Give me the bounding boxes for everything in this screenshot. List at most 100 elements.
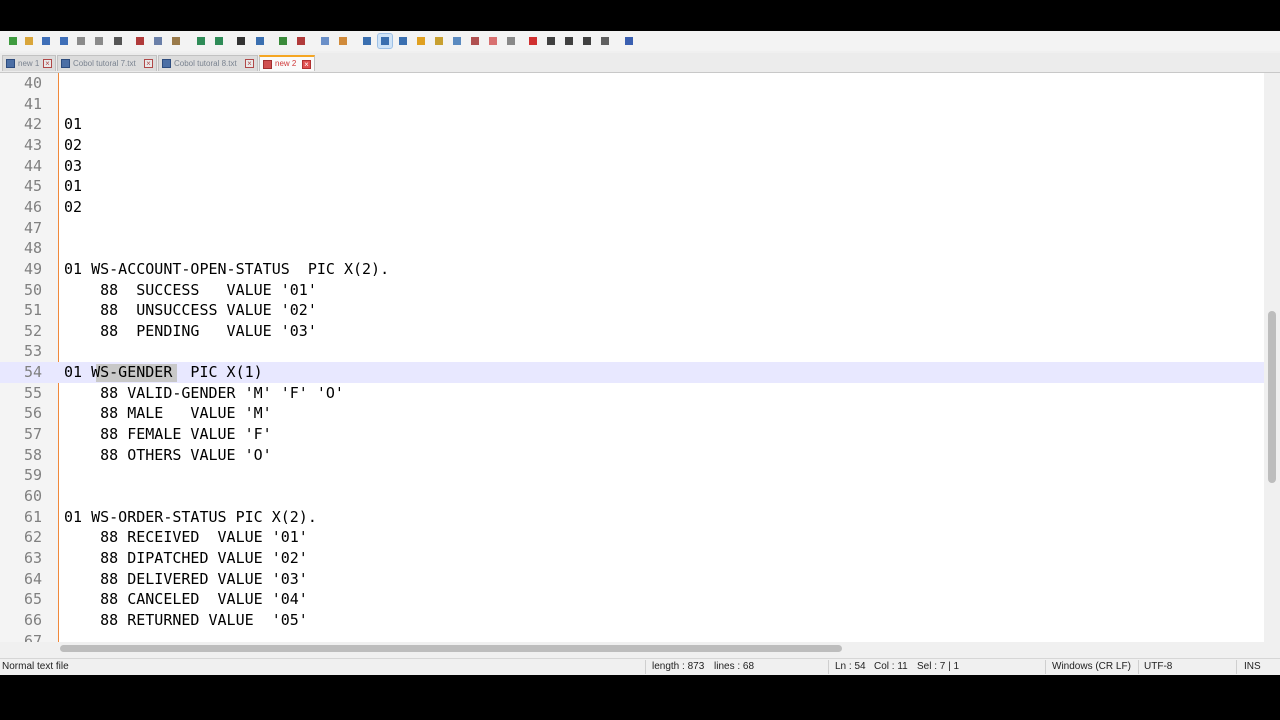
cut-glyph (136, 37, 144, 45)
play-macro-icon[interactable] (562, 34, 576, 48)
horizontal-scrollbar[interactable] (0, 642, 1280, 656)
editor-area[interactable]: 40 41 42 01 43 02 44 03 45 01 46 02 47 48 49 01 WS-ACCO… (0, 73, 1280, 642)
tab-close-icon[interactable]: × (302, 60, 311, 69)
horizontal-scroll-thumb[interactable] (60, 645, 842, 652)
code-line[interactable]: 65 88 CANCELED VALUE '04' (0, 589, 1264, 610)
code-line[interactable]: 62 88 RECEIVED VALUE '01' (0, 527, 1264, 548)
status-lines: lines : 68 (714, 661, 755, 672)
line-text[interactable]: 88 SUCCESS VALUE '01' (64, 280, 317, 301)
save-all-icon[interactable] (57, 34, 71, 48)
vertical-scrollbar[interactable] (1264, 73, 1280, 642)
code-line[interactable]: 42 01 (0, 114, 1264, 135)
indent-guide-icon[interactable] (396, 34, 410, 48)
line-text[interactable]: 01 WS-GENDER PIC X(1) (64, 362, 263, 383)
tab-new-2[interactable]: new 2 × (259, 55, 315, 71)
line-text[interactable]: 88 CANCELED VALUE '04' (64, 589, 308, 610)
code-line[interactable]: 51 88 UNSUCCESS VALUE '02' (0, 300, 1264, 321)
tab-close-icon[interactable]: × (43, 59, 52, 68)
spell-check-icon[interactable] (622, 34, 636, 48)
code-line[interactable]: 67 (0, 631, 1264, 642)
save-icon[interactable] (39, 34, 53, 48)
cut-icon[interactable] (133, 34, 147, 48)
line-text[interactable]: 03 (64, 156, 82, 177)
code-line[interactable]: 58 88 OTHERS VALUE 'O' (0, 445, 1264, 466)
line-text[interactable]: 88 MALE VALUE 'M' (64, 403, 272, 424)
code-line[interactable]: 44 03 (0, 156, 1264, 177)
line-text[interactable]: 01 (64, 114, 82, 135)
redo-icon[interactable] (212, 34, 226, 48)
line-text[interactable]: 02 (64, 197, 82, 218)
line-text[interactable]: 88 OTHERS VALUE 'O' (64, 445, 272, 466)
new-file-icon[interactable] (6, 34, 20, 48)
user-language-icon[interactable] (414, 34, 428, 48)
code-line[interactable]: 41 (0, 94, 1264, 115)
line-text[interactable]: 88 VALID-GENDER 'M' 'F' 'O' (64, 383, 344, 404)
vertical-scroll-thumb[interactable] (1268, 311, 1276, 483)
close-all-icon[interactable] (92, 34, 106, 48)
print-icon[interactable] (111, 34, 125, 48)
line-text[interactable]: 88 PENDING VALUE '03' (64, 321, 317, 342)
document-monitor-icon[interactable] (486, 34, 500, 48)
code-line[interactable]: 46 02 (0, 197, 1264, 218)
code-line[interactable]: 64 88 DELIVERED VALUE '03' (0, 569, 1264, 590)
code-line[interactable]: 47 (0, 218, 1264, 239)
word-wrap-icon[interactable] (360, 34, 374, 48)
find-icon[interactable] (234, 34, 248, 48)
undo-icon[interactable] (194, 34, 208, 48)
tab-new-1[interactable]: new 1 × (2, 55, 56, 71)
line-text[interactable]: 88 DIPATCHED VALUE '02' (64, 548, 308, 569)
code-line[interactable]: 57 88 FEMALE VALUE 'F' (0, 424, 1264, 445)
run-macro-multiple-icon[interactable] (580, 34, 594, 48)
code-line[interactable]: 53 (0, 341, 1264, 362)
code-line[interactable]: 52 88 PENDING VALUE '03' (0, 321, 1264, 342)
copy-icon[interactable] (151, 34, 165, 48)
code-line[interactable]: 61 01 WS-ORDER-STATUS PIC X(2). (0, 507, 1264, 528)
line-text[interactable]: 88 RETURNED VALUE '05' (64, 610, 308, 631)
line-text[interactable]: 01 WS-ORDER-STATUS PIC X(2). (64, 507, 317, 528)
save-macro-icon[interactable] (598, 34, 612, 48)
show-all-characters-icon[interactable] (377, 33, 393, 49)
sync-horizontal-icon[interactable] (336, 34, 350, 48)
code-line[interactable]: 55 88 VALID-GENDER 'M' 'F' 'O' (0, 383, 1264, 404)
line-text[interactable]: 01 (64, 176, 82, 197)
monitor-icon[interactable] (504, 34, 518, 48)
line-text[interactable]: 88 UNSUCCESS VALUE '02' (64, 300, 317, 321)
code-line[interactable]: 48 (0, 238, 1264, 259)
code-line[interactable]: 66 88 RETURNED VALUE '05' (0, 610, 1264, 631)
paste-icon[interactable] (169, 34, 183, 48)
zoom-out-icon[interactable] (294, 34, 308, 48)
code-line[interactable]: 50 88 SUCCESS VALUE '01' (0, 280, 1264, 301)
folder-workspace-icon[interactable] (468, 34, 482, 48)
code-line[interactable]: 63 88 DIPATCHED VALUE '02' (0, 548, 1264, 569)
line-number: 56 (23, 404, 42, 423)
code-line[interactable]: 59 (0, 465, 1264, 486)
line-number: 54 (23, 363, 42, 382)
tab-cobol-tutoral-7[interactable]: Cobol tutoral 7.txt × (57, 55, 157, 71)
open-file-icon[interactable] (22, 34, 36, 48)
replace-icon[interactable] (253, 34, 267, 48)
current-line[interactable]: 54 01 WS-GENDER PIC X(1) (0, 362, 1264, 384)
line-text[interactable]: 02 (64, 135, 82, 156)
doc-map-icon[interactable] (432, 34, 446, 48)
record-macro-icon[interactable] (526, 34, 540, 48)
code-line[interactable]: 56 88 MALE VALUE 'M' (0, 403, 1264, 424)
code-line[interactable]: 60 (0, 486, 1264, 507)
code-line[interactable]: 43 02 (0, 135, 1264, 156)
line-text[interactable]: 88 DELIVERED VALUE '03' (64, 569, 308, 590)
sync-vertical-icon[interactable] (318, 34, 332, 48)
line-text[interactable]: 01 WS-ACCOUNT-OPEN-STATUS PIC X(2). (64, 259, 389, 280)
close-icon[interactable] (74, 34, 88, 48)
code-line[interactable]: 45 01 (0, 176, 1264, 197)
code-line[interactable]: 40 (0, 73, 1264, 94)
status-ln: Ln : 54 (835, 661, 866, 672)
tab-cobol-tutoral-8[interactable]: Cobol tutoral 8.txt × (158, 55, 258, 71)
zoom-in-icon[interactable] (276, 34, 290, 48)
line-text[interactable]: 88 FEMALE VALUE 'F' (64, 424, 272, 445)
function-list-icon[interactable] (450, 34, 464, 48)
tab-close-icon[interactable]: × (245, 59, 254, 68)
stop-macro-icon[interactable] (544, 34, 558, 48)
code-line[interactable]: 49 01 WS-ACCOUNT-OPEN-STATUS PIC X(2). (0, 259, 1264, 280)
tab-close-icon[interactable]: × (144, 59, 153, 68)
line-text[interactable]: 88 RECEIVED VALUE '01' (64, 527, 308, 548)
tab-label: Cobol tutoral 8.txt (174, 59, 237, 68)
